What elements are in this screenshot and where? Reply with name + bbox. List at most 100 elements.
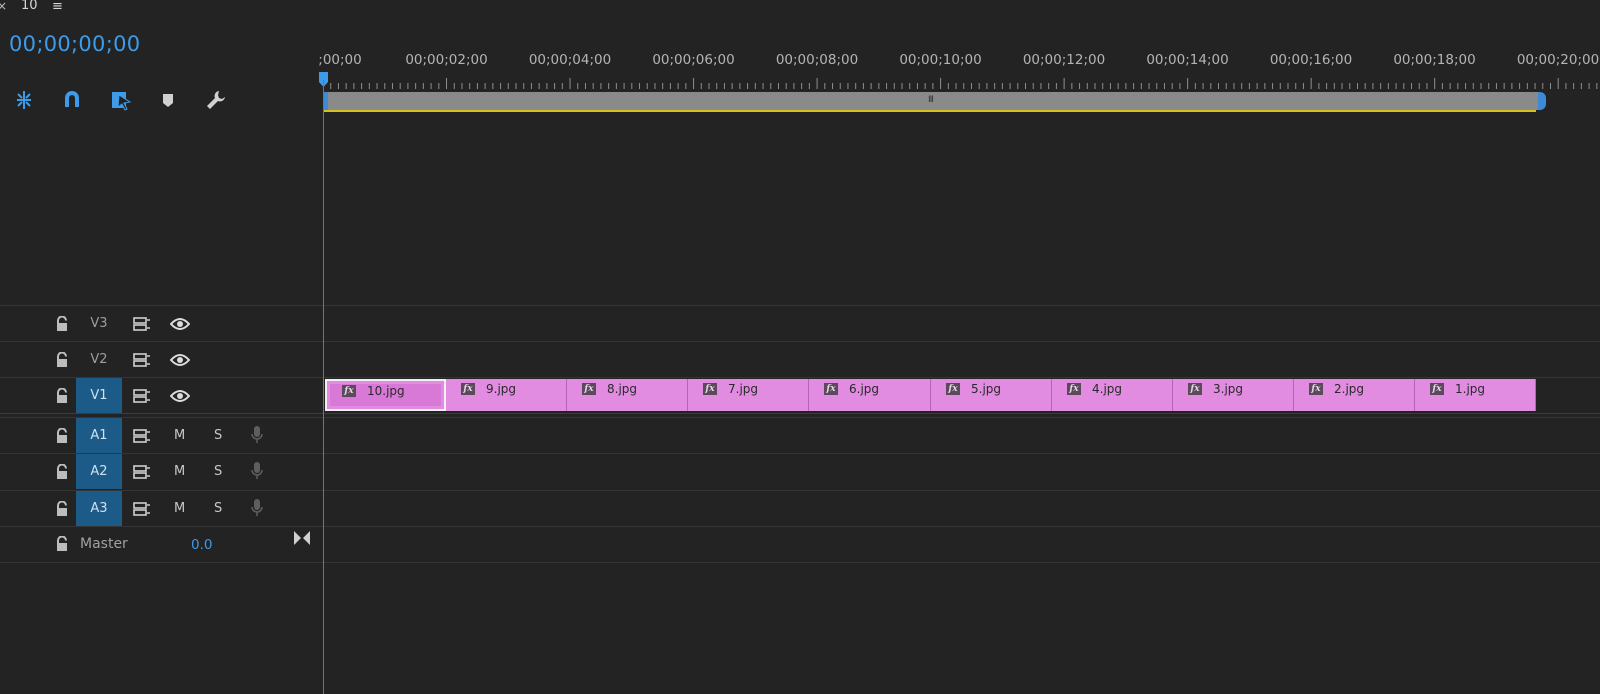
zoom-scroll-bar[interactable]: III <box>324 92 1540 110</box>
zoom-handle-left[interactable] <box>324 92 328 110</box>
work-area-bar <box>324 110 1536 112</box>
playhead-timecode[interactable]: 00;00;00;00 <box>9 32 140 56</box>
mute-button[interactable]: M <box>174 501 185 516</box>
mute-button[interactable]: M <box>174 428 185 443</box>
timeline-clip[interactable]: fx 4.jpg <box>1052 379 1173 411</box>
fx-badge-icon[interactable]: fx <box>1188 383 1202 395</box>
voiceover-mic-icon[interactable] <box>251 462 263 480</box>
clip-name: 8.jpg <box>607 382 638 396</box>
panel-menu-icon[interactable]: ≡ <box>52 0 63 14</box>
ruler-time-label: 00;00;14;00 <box>1146 52 1229 68</box>
ruler-time-label: 00;00;06;00 <box>652 52 735 68</box>
voiceover-mic-icon[interactable] <box>251 426 263 444</box>
timeline-clip[interactable]: fx 2.jpg <box>1294 379 1415 411</box>
fx-badge-icon[interactable]: fx <box>1430 383 1444 395</box>
track-lock-icon[interactable] <box>55 316 69 332</box>
sync-lock-icon[interactable] <box>133 502 151 516</box>
mute-button[interactable]: M <box>174 464 185 479</box>
ruler-time-label: 00;00;20;00 <box>1516 52 1600 68</box>
master-volume-value[interactable]: 0.0 <box>191 537 212 553</box>
timeline-clip[interactable]: fx 10.jpg <box>325 379 446 411</box>
master-track-label: Master <box>80 536 128 552</box>
video-track-v3[interactable]: V3 <box>0 306 1600 341</box>
fx-badge-icon[interactable]: fx <box>582 383 596 395</box>
clip-name: 9.jpg <box>486 382 517 396</box>
track-target-a1[interactable]: A1 <box>76 418 122 453</box>
voiceover-mic-icon[interactable] <box>251 499 263 517</box>
clip-name: 1.jpg <box>1455 382 1486 396</box>
sync-lock-icon[interactable] <box>133 429 151 443</box>
solo-button[interactable]: S <box>214 464 222 479</box>
toggle-output-eye-icon[interactable] <box>170 353 190 367</box>
linked-selection-icon[interactable] <box>109 88 133 112</box>
add-marker-icon[interactable] <box>156 88 180 112</box>
clip-name: 3.jpg <box>1213 382 1244 396</box>
video-audio-divider <box>0 413 1600 414</box>
solo-button[interactable]: S <box>214 501 222 516</box>
track-target-a2[interactable]: A2 <box>76 454 122 489</box>
time-ruler[interactable]: ;00;00 00;00;02;00 00;00;04;00 00;00;06;00 0… <box>318 52 1600 92</box>
ruler-time-label: 00;00;08;00 <box>775 52 859 68</box>
clip-name: 5.jpg <box>971 382 1002 396</box>
ruler-time-label: 00;00;16;00 <box>1269 52 1353 68</box>
ruler-time-label: 00;00;12;00 <box>1022 52 1106 68</box>
track-target-v2[interactable]: V2 <box>76 342 122 377</box>
ruler-time-label: 00;00;04;00 <box>528 52 612 68</box>
close-tab-icon[interactable]: × <box>0 0 7 13</box>
solo-button[interactable]: S <box>214 428 222 443</box>
track-lock-icon[interactable] <box>55 501 69 517</box>
clip-name: 7.jpg <box>728 382 759 396</box>
ruler-time-label: 00;00;10;00 <box>899 52 982 68</box>
track-lock-icon[interactable] <box>55 388 69 404</box>
track-separator <box>0 526 1600 527</box>
timeline-clip[interactable]: fx 3.jpg <box>1173 379 1294 411</box>
audio-track-a1[interactable]: A1 M S <box>0 418 1600 453</box>
playhead-line[interactable] <box>323 80 324 694</box>
timeline-clip[interactable]: fx 1.jpg <box>1415 379 1536 411</box>
fx-badge-icon[interactable]: fx <box>703 383 717 395</box>
sync-lock-icon[interactable] <box>133 353 151 367</box>
clip-name: 10.jpg <box>367 384 405 398</box>
zoom-handle-right[interactable] <box>1538 92 1546 110</box>
master-lock-icon[interactable] <box>55 536 69 552</box>
track-lock-icon[interactable] <box>55 428 69 444</box>
ruler-ticks <box>323 78 1598 89</box>
insert-nest-icon[interactable] <box>12 88 36 112</box>
clip-name: 4.jpg <box>1092 382 1123 396</box>
fx-badge-icon[interactable]: fx <box>946 383 960 395</box>
ruler-time-label: 00;00;02;00 <box>405 52 488 68</box>
timeline-clip[interactable]: fx 8.jpg <box>567 379 688 411</box>
timeline-clip[interactable]: fx 9.jpg <box>446 379 567 411</box>
audio-track-a3[interactable]: A3 M S <box>0 491 1600 526</box>
timeline-clip[interactable]: fx 5.jpg <box>931 379 1052 411</box>
clip-name: 2.jpg <box>1334 382 1365 396</box>
sync-lock-icon[interactable] <box>133 465 151 479</box>
snap-magnet-icon[interactable] <box>60 88 84 112</box>
ruler-time-label: 00;00;18;00 <box>1393 52 1476 68</box>
toggle-output-eye-icon[interactable] <box>170 317 190 331</box>
track-target-v1[interactable]: V1 <box>76 378 122 413</box>
fx-badge-icon[interactable]: fx <box>461 383 475 395</box>
fx-badge-icon[interactable]: fx <box>1067 383 1081 395</box>
go-to-in-out-icon[interactable] <box>294 531 310 545</box>
timeline-clip[interactable]: fx 7.jpg <box>688 379 809 411</box>
audio-track-a2[interactable]: A2 M S <box>0 454 1600 489</box>
timeline-clip[interactable]: fx 6.jpg <box>809 379 931 411</box>
fx-badge-icon[interactable]: fx <box>824 383 838 395</box>
video-track-v2[interactable]: V2 <box>0 342 1600 377</box>
sync-lock-icon[interactable] <box>133 389 151 403</box>
track-target-v3[interactable]: V3 <box>76 306 122 341</box>
clip-name: 6.jpg <box>849 382 880 396</box>
fx-badge-icon[interactable]: fx <box>1309 383 1323 395</box>
track-lock-icon[interactable] <box>55 464 69 480</box>
track-separator <box>0 562 1600 563</box>
toggle-output-eye-icon[interactable] <box>170 389 190 403</box>
ruler-time-label: ;00;00 <box>318 52 362 68</box>
sync-lock-icon[interactable] <box>133 317 151 331</box>
track-target-a3[interactable]: A3 <box>76 491 122 526</box>
wrench-icon[interactable] <box>204 88 228 112</box>
fx-badge-icon[interactable]: fx <box>342 385 356 397</box>
sequence-name: 10 <box>21 0 38 13</box>
track-lock-icon[interactable] <box>55 352 69 368</box>
zoom-grip[interactable]: III <box>928 95 934 105</box>
